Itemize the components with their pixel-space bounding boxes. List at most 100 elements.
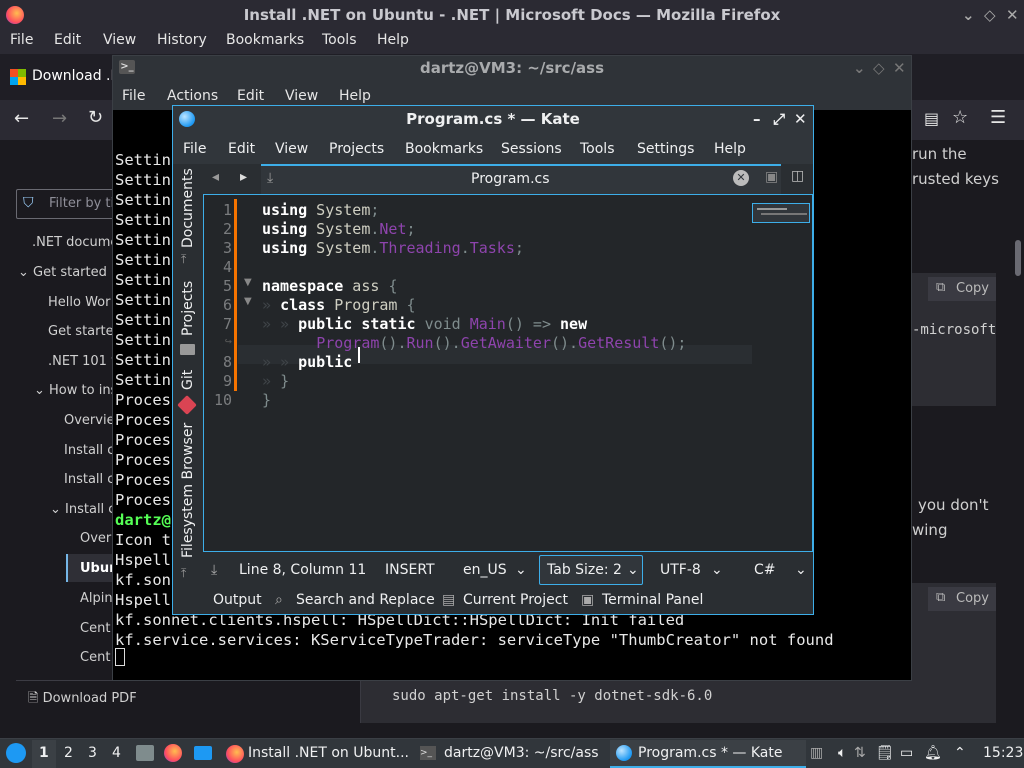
- back-icon[interactable]: ←: [14, 108, 29, 129]
- toc-item[interactable]: Over: [80, 531, 111, 546]
- clock[interactable]: 15:23: [983, 745, 1023, 761]
- reader-mode-icon[interactable]: ▤: [924, 109, 939, 128]
- task-firefox[interactable]: Install .NET on Ubunt...: [222, 740, 412, 768]
- close-icon[interactable]: ✕: [794, 106, 807, 132]
- output-tab[interactable]: Output: [213, 592, 262, 608]
- app-launcher-icon[interactable]: [6, 743, 26, 763]
- document-tab[interactable]: ⤓ Program.cs ✕: [261, 164, 781, 194]
- display-icon[interactable]: ▭: [900, 745, 913, 761]
- menu-view[interactable]: View: [103, 32, 136, 48]
- chevron-down-icon[interactable]: ⌄: [711, 562, 723, 578]
- minimize-icon[interactable]: –: [753, 106, 761, 132]
- bookmark-star-icon[interactable]: ☆: [952, 107, 968, 128]
- menu-sessions[interactable]: Sessions: [501, 141, 562, 157]
- search-replace-tab[interactable]: Search and Replace: [296, 592, 435, 608]
- volume-icon[interactable]: 🔈︎: [838, 745, 846, 761]
- chevron-down-icon[interactable]: ⌄: [795, 562, 807, 578]
- toc-filter-input[interactable]: ⛉ Filter by ti: [16, 189, 116, 219]
- syntax-mode[interactable]: C#: [754, 562, 776, 578]
- folder-icon[interactable]: [180, 344, 195, 355]
- code-editor[interactable]: 1 using System; 2 using System.Net; 3 using S…: [203, 194, 813, 552]
- prev-tab-icon[interactable]: ◂: [212, 169, 219, 185]
- fold-marker-icon[interactable]: ▼: [244, 277, 252, 288]
- browser-tab-label[interactable]: Download .N: [32, 68, 121, 84]
- toc-item[interactable]: ⌄ Install c: [50, 502, 115, 517]
- forward-icon[interactable]: →: [52, 108, 67, 129]
- copy-button[interactable]: ⧉ Copy: [928, 587, 996, 611]
- sidebar-tab-filesystem-browser[interactable]: Filesystem Browser: [180, 423, 196, 558]
- close-tab-icon[interactable]: ✕: [733, 170, 749, 186]
- sidebar-tab-documents[interactable]: Documents: [180, 168, 196, 248]
- notifications-icon[interactable]: 🔔︎: [924, 745, 942, 761]
- toc-item[interactable]: Install c: [64, 443, 114, 458]
- task-kate-active[interactable]: Program.cs * — Kate: [610, 740, 806, 768]
- toc-item[interactable]: Install c: [64, 472, 114, 487]
- maximize-icon[interactable]: ◇: [984, 0, 996, 30]
- menu-view[interactable]: View: [285, 88, 318, 104]
- menu-settings[interactable]: Settings: [637, 141, 694, 157]
- firefox-launcher-icon[interactable]: [164, 744, 182, 762]
- save-icon[interactable]: ⤓: [211, 562, 217, 578]
- menu-tools[interactable]: Tools: [580, 141, 615, 157]
- toc-item[interactable]: Cent: [80, 621, 110, 636]
- sidebar-scrollbar[interactable]: [1015, 240, 1021, 276]
- toc-item[interactable]: Cent: [80, 650, 110, 665]
- pin-icon[interactable]: ⤒: [181, 252, 186, 267]
- menu-edit[interactable]: Edit: [228, 141, 255, 157]
- menu-help[interactable]: Help: [714, 141, 746, 157]
- desktop-pager-1[interactable]: 1: [39, 745, 49, 761]
- toc-item[interactable]: Alpin: [80, 591, 113, 606]
- git-icon[interactable]: [177, 395, 197, 415]
- menu-bookmarks[interactable]: Bookmarks: [226, 32, 304, 48]
- toc-item[interactable]: .NET 101 v: [48, 354, 119, 369]
- task-konsole[interactable]: >_ dartz@VM3: ~/src/ass: [414, 740, 604, 768]
- menu-help[interactable]: Help: [339, 88, 371, 104]
- split-view-icon[interactable]: ◫: [791, 168, 804, 184]
- clipboard-icon[interactable]: ▥: [810, 745, 823, 761]
- fold-marker-icon[interactable]: ▼: [244, 296, 252, 307]
- desktop-pager-3[interactable]: 3: [88, 745, 97, 761]
- menu-actions[interactable]: Actions: [167, 88, 218, 104]
- chevron-down-icon[interactable]: ⌄: [515, 562, 527, 578]
- menu-edit[interactable]: Edit: [237, 88, 264, 104]
- copy-button[interactable]: ⧉ Copy: [928, 277, 996, 301]
- menu-file[interactable]: File: [122, 88, 145, 104]
- maximize-icon[interactable]: ◇: [873, 56, 885, 80]
- encoding[interactable]: UTF-8: [660, 562, 701, 578]
- reload-icon[interactable]: ↻: [88, 107, 103, 128]
- notes-icon[interactable]: 🗒︎: [876, 745, 894, 761]
- input-mode[interactable]: INSERT: [385, 562, 435, 578]
- minimap[interactable]: [752, 203, 810, 223]
- sidebar-tab-git[interactable]: Git: [180, 370, 196, 390]
- show-desktop-icon[interactable]: [194, 746, 212, 760]
- sidebar-tab-projects[interactable]: Projects: [180, 281, 196, 336]
- menu-view[interactable]: View: [275, 141, 308, 157]
- toc-item[interactable]: Overvie: [64, 413, 115, 428]
- menu-bookmarks[interactable]: Bookmarks: [405, 141, 483, 157]
- minimize-icon[interactable]: ⌄: [962, 0, 975, 30]
- toc-item[interactable]: ⌄ Get started: [18, 265, 107, 280]
- desktop-pager-4[interactable]: 4: [112, 745, 121, 761]
- hamburger-menu-icon[interactable]: ☰: [990, 107, 1006, 128]
- menu-projects[interactable]: Projects: [329, 141, 384, 157]
- file-manager-icon[interactable]: [136, 745, 154, 761]
- menu-help[interactable]: Help: [377, 32, 409, 48]
- split-icon[interactable]: ▣: [765, 169, 778, 185]
- menu-file[interactable]: File: [10, 32, 33, 48]
- cursor-position[interactable]: Line 8, Column 11: [239, 562, 366, 578]
- toc-item[interactable]: Hello Wor: [48, 295, 110, 310]
- next-tab-icon[interactable]: ▸: [240, 169, 247, 185]
- menu-history[interactable]: History: [157, 32, 207, 48]
- menu-tools[interactable]: Tools: [322, 32, 357, 48]
- menu-edit[interactable]: Edit: [54, 32, 81, 48]
- toc-item[interactable]: Get starte: [48, 324, 114, 339]
- maximize-icon[interactable]: ⤢: [773, 106, 785, 132]
- menu-file[interactable]: File: [183, 141, 206, 157]
- desktop-pager-2[interactable]: 2: [64, 745, 73, 761]
- network-icon[interactable]: ⇅: [854, 745, 866, 761]
- current-project-tab[interactable]: Current Project: [463, 592, 568, 608]
- toc-item[interactable]: ⌄ How to ins: [34, 383, 117, 398]
- close-icon[interactable]: ✕: [893, 56, 906, 80]
- pin-icon[interactable]: ⤒: [181, 566, 186, 581]
- download-pdf-link[interactable]: 🗎 Download PDF: [28, 689, 137, 711]
